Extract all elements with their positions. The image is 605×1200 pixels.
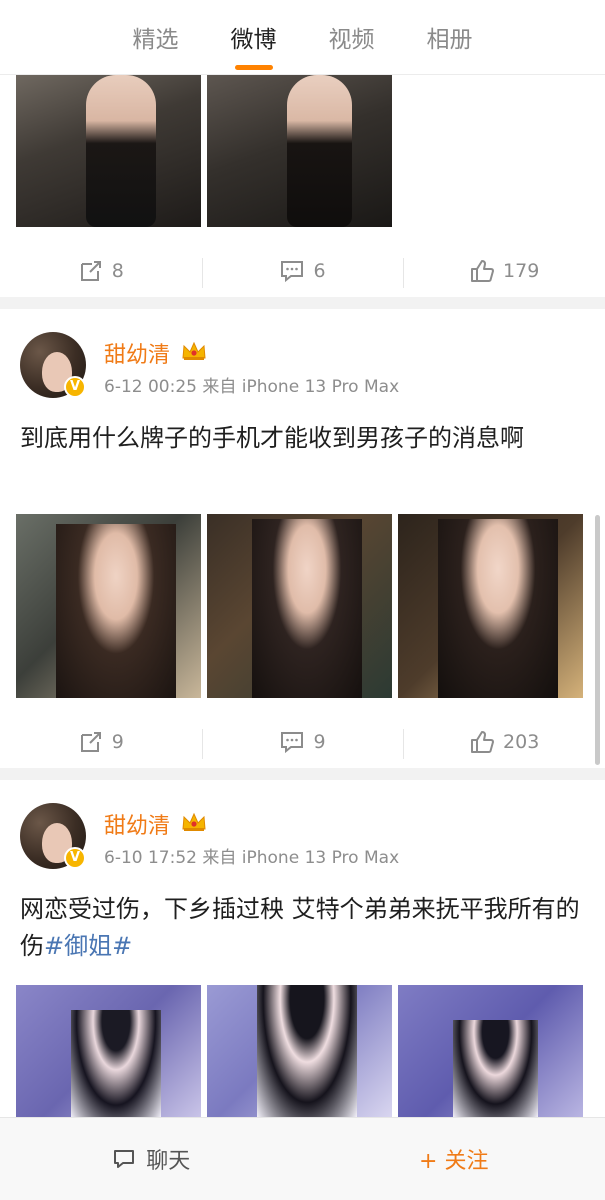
- chat-label: 聊天: [146, 1149, 191, 1174]
- post1-action-bar: 8 6 179: [0, 242, 605, 300]
- post-separator: [0, 768, 605, 780]
- repost-button[interactable]: 8: [0, 258, 202, 284]
- comment-icon: [281, 732, 304, 754]
- chat-icon: [114, 1150, 135, 1168]
- crown-icon: [182, 812, 206, 831]
- post3-photo-1[interactable]: [16, 985, 201, 1117]
- post2-action-bar: 9 9 203: [0, 713, 605, 771]
- hashtag-link[interactable]: #御姐#: [44, 932, 132, 960]
- verified-icon: V: [64, 847, 86, 869]
- like-count: 203: [503, 731, 540, 753]
- like-icon: [471, 260, 495, 282]
- follow-label: + 关注: [419, 1149, 489, 1174]
- comment-icon: [281, 261, 304, 283]
- tab-album[interactable]: 相册: [421, 0, 479, 75]
- post-meta: 6-10 17:52 来自 iPhone 13 Pro Max: [104, 848, 400, 868]
- tab-featured[interactable]: 精选: [127, 0, 185, 75]
- like-button[interactable]: 179: [403, 258, 605, 288]
- verified-icon: V: [64, 376, 86, 398]
- username[interactable]: 甜幼清: [104, 337, 170, 369]
- crown-icon: [182, 341, 206, 360]
- post2-photo-2[interactable]: [207, 514, 392, 698]
- post-text: 网恋受过伤，下乡插过秧 艾特个弟弟来抚平我所有的伤#御姐#: [20, 891, 585, 965]
- comment-button[interactable]: 9: [201, 729, 404, 759]
- like-button[interactable]: 203: [403, 729, 605, 759]
- username[interactable]: 甜幼清: [104, 808, 170, 840]
- post-meta: 6-12 00:25 来自 iPhone 13 Pro Max: [104, 377, 400, 397]
- comment-count: 9: [313, 731, 326, 753]
- post-text: 到底用什么牌子的手机才能收到男孩子的消息啊: [20, 424, 524, 452]
- scrollbar[interactable]: [595, 515, 600, 765]
- comment-count: 6: [313, 260, 326, 282]
- like-icon: [471, 731, 495, 753]
- repost-icon: [80, 732, 101, 752]
- post2-photo-3[interactable]: [398, 514, 583, 698]
- like-count: 179: [503, 260, 540, 282]
- tab-weibo[interactable]: 微博: [225, 0, 283, 75]
- post-separator: [0, 297, 605, 309]
- repost-icon: [80, 261, 101, 281]
- profile-tabs: 精选 微博 视频 相册: [0, 0, 605, 75]
- post3-photo-2[interactable]: [207, 985, 392, 1117]
- comment-button[interactable]: 6: [201, 258, 404, 288]
- repost-count: 9: [111, 731, 124, 753]
- post1-photo-1[interactable]: [16, 75, 201, 227]
- chat-button[interactable]: 聊天: [0, 1118, 303, 1200]
- repost-button[interactable]: 9: [0, 729, 202, 755]
- tab-video[interactable]: 视频: [323, 0, 381, 75]
- post1-photo-2[interactable]: [207, 75, 392, 227]
- follow-button[interactable]: + 关注: [303, 1118, 605, 1200]
- post2-photo-1[interactable]: [16, 514, 201, 698]
- repost-count: 8: [111, 260, 124, 282]
- bottom-bar: 聊天 + 关注: [0, 1117, 605, 1200]
- post3-photo-3[interactable]: [398, 985, 583, 1117]
